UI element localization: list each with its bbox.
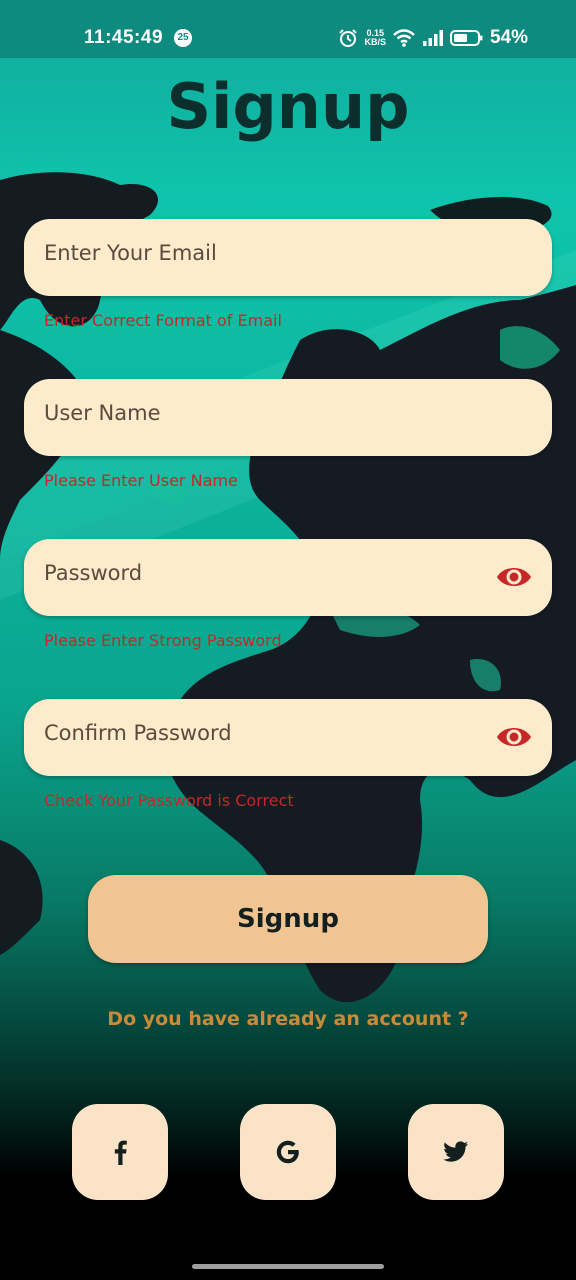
facebook-button[interactable] bbox=[72, 1104, 168, 1200]
facebook-icon bbox=[114, 1140, 127, 1165]
password-field[interactable]: Password bbox=[24, 539, 552, 616]
status-time: 11:45:49 bbox=[84, 27, 164, 48]
twitter-button[interactable] bbox=[408, 1104, 504, 1200]
notification-badge: 25 bbox=[174, 29, 192, 47]
password-placeholder: Password bbox=[44, 561, 143, 585]
network-speed: 0.15 KB/S bbox=[364, 29, 386, 47]
home-indicator[interactable] bbox=[192, 1264, 384, 1269]
twitter-icon bbox=[443, 1141, 468, 1162]
email-placeholder: Enter Your Email bbox=[44, 241, 217, 265]
username-error: Please Enter User Name bbox=[44, 471, 238, 490]
battery-icon bbox=[449, 30, 483, 46]
signup-screen: 11:45:49 25 0.15 KB/S 54% Signup Enter Y… bbox=[0, 0, 576, 1280]
username-placeholder: User Name bbox=[44, 401, 161, 425]
wifi-icon bbox=[393, 29, 415, 47]
confirm-password-placeholder: Confirm Password bbox=[44, 721, 232, 745]
page-title: Signup bbox=[166, 70, 410, 143]
alarm-icon bbox=[339, 29, 358, 47]
email-field[interactable]: Enter Your Email bbox=[24, 219, 552, 296]
eye-icon[interactable] bbox=[496, 563, 532, 591]
confirm-password-error: Check Your Password is Correct bbox=[44, 791, 294, 810]
confirm-password-field[interactable]: Confirm Password bbox=[24, 699, 552, 776]
signup-button[interactable]: Signup bbox=[88, 875, 488, 963]
password-error: Please Enter Strong Password bbox=[44, 631, 282, 650]
google-icon bbox=[276, 1140, 299, 1164]
status-icons: 0.15 KB/S 54% bbox=[338, 26, 528, 50]
email-error: Enter Correct Format of Email bbox=[44, 311, 282, 330]
status-bar: 11:45:49 25 0.15 KB/S 54% bbox=[0, 0, 576, 58]
battery-percent: 54% bbox=[489, 27, 528, 48]
eye-icon[interactable] bbox=[496, 723, 532, 751]
google-button[interactable] bbox=[240, 1104, 336, 1200]
signal-icon bbox=[422, 30, 443, 46]
network-speed-unit: KB/S bbox=[364, 37, 386, 47]
username-field[interactable]: User Name bbox=[24, 379, 552, 456]
login-link[interactable]: Do you have already an account ? bbox=[0, 1008, 576, 1030]
